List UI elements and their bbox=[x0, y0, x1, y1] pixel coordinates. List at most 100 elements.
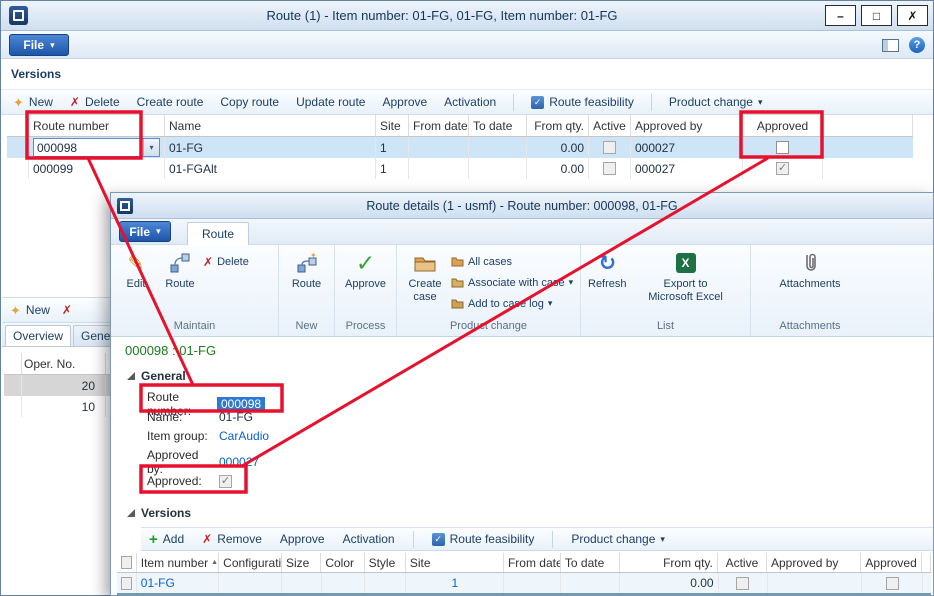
column-header-approved[interactable]: Approved bbox=[861, 553, 922, 572]
help-icon[interactable]: ? bbox=[909, 37, 925, 53]
column-header-oper-no[interactable]: Oper. No. bbox=[22, 353, 106, 374]
delete-button[interactable]: ✗ Delete bbox=[203, 252, 249, 271]
ribbon-group-label: Maintain bbox=[111, 319, 278, 336]
route-icon bbox=[169, 251, 191, 275]
chevron-down-icon: ▾ bbox=[548, 299, 553, 308]
versions-section-label: Versions bbox=[11, 67, 61, 81]
product-change-button[interactable]: Product change▾ bbox=[571, 532, 665, 546]
column-header-site[interactable]: Site bbox=[376, 115, 409, 136]
edit-button[interactable]: ✎ Edit bbox=[115, 249, 157, 293]
column-header-approved-by[interactable]: Approved by bbox=[767, 553, 861, 572]
refresh-button[interactable]: ↻ Refresh bbox=[585, 249, 630, 293]
site-link[interactable]: 1 bbox=[406, 573, 504, 593]
new-button[interactable]: ✦New bbox=[13, 95, 53, 109]
approved-by-link[interactable]: 000027 bbox=[217, 455, 259, 469]
remove-icon: ✗ bbox=[202, 533, 212, 545]
column-header-approved[interactable]: Approved bbox=[743, 115, 823, 136]
file-menu-button[interactable]: File ▾ bbox=[9, 34, 69, 56]
table-row[interactable]: 000098 ▾ 01-FG 1 0.00 000027 bbox=[7, 137, 913, 158]
close-button[interactable]: ✗ bbox=[897, 5, 928, 26]
versions-section-header[interactable]: Versions bbox=[127, 506, 191, 520]
column-header-active[interactable]: Active bbox=[589, 115, 631, 136]
route-number-value[interactable]: 000098 bbox=[217, 397, 265, 411]
create-route-button[interactable]: Create route bbox=[137, 95, 204, 109]
select-column-header[interactable] bbox=[7, 115, 29, 136]
column-header-site[interactable]: Site bbox=[406, 553, 504, 572]
activation-button[interactable]: Activation bbox=[343, 532, 395, 546]
route-feasibility-button[interactable]: ✓Route feasibility bbox=[432, 532, 535, 546]
delete-button[interactable]: ✗Delete bbox=[70, 95, 120, 109]
table-row[interactable]: 000099 01-FGAlt 1 0.00 000027 bbox=[7, 158, 913, 179]
menu-bar: File ▾ ? bbox=[1, 31, 933, 59]
column-header-size[interactable]: Size bbox=[282, 553, 321, 572]
column-header-color[interactable]: Color bbox=[321, 553, 364, 572]
select-column-header[interactable] bbox=[4, 353, 22, 374]
file-menu-button[interactable]: File ▾ bbox=[119, 221, 171, 242]
attachments-button[interactable]: Attachments bbox=[776, 249, 843, 293]
approve-button[interactable]: ✓ Approve bbox=[342, 249, 389, 293]
route-details-dialog: Route details (1 - usmf) - Route number:… bbox=[110, 192, 934, 596]
table-row[interactable]: 20 bbox=[4, 375, 112, 396]
app-icon bbox=[9, 6, 28, 25]
create-case-button[interactable]: Create case bbox=[401, 249, 449, 305]
column-header-route-number[interactable]: Route number bbox=[29, 115, 165, 136]
route-feasibility-button[interactable]: ✓Route feasibility bbox=[531, 95, 634, 109]
table-row[interactable]: 10 bbox=[4, 396, 112, 417]
maximize-button[interactable]: □ bbox=[861, 5, 892, 26]
column-header-item-number[interactable]: Item number▲ bbox=[137, 553, 219, 572]
associate-with-case-button[interactable]: Associate with case ▾ bbox=[451, 273, 573, 292]
delete-button[interactable]: ✗ bbox=[62, 304, 72, 316]
tab-general[interactable]: General bbox=[73, 325, 112, 346]
add-icon: + bbox=[149, 532, 158, 547]
chevron-down-icon: ▾ bbox=[156, 227, 161, 236]
new-button[interactable]: ✦New bbox=[10, 303, 50, 317]
new-route-button[interactable]: ✦ Route bbox=[286, 249, 328, 293]
remove-button[interactable]: ✗Remove bbox=[202, 532, 262, 546]
column-header-configuration[interactable]: Configuration bbox=[219, 553, 282, 572]
product-change-button[interactable]: Product change▾ bbox=[669, 95, 763, 109]
dialog-titlebar: Route details (1 - usmf) - Route number:… bbox=[111, 193, 933, 219]
window-layout-icon[interactable] bbox=[882, 39, 899, 52]
column-header-to-date[interactable]: To date bbox=[561, 553, 620, 572]
name-value[interactable]: 01-FG bbox=[217, 410, 253, 424]
item-group-link[interactable]: CarAudio bbox=[217, 429, 269, 443]
column-header-from-date[interactable]: From date bbox=[504, 553, 561, 572]
copy-route-button[interactable]: Copy route bbox=[220, 95, 279, 109]
operations-pane: ✦New ✗ Overview General Oper. No. 20 10 bbox=[2, 297, 112, 594]
all-cases-button[interactable]: All cases bbox=[451, 252, 573, 271]
column-header-active[interactable]: Active bbox=[718, 553, 767, 572]
chevron-down-icon[interactable]: ▾ bbox=[143, 139, 159, 156]
activation-button[interactable]: Activation bbox=[444, 95, 496, 109]
column-header-from-date[interactable]: From date bbox=[409, 115, 469, 136]
item-number-link[interactable]: 01-FG bbox=[137, 573, 220, 593]
close-icon: ✗ bbox=[907, 9, 917, 23]
update-route-button[interactable]: Update route bbox=[296, 95, 365, 109]
tab-overview[interactable]: Overview bbox=[5, 325, 71, 346]
minimize-button[interactable]: – bbox=[825, 5, 856, 26]
active-checkbox bbox=[603, 162, 616, 175]
approve-button[interactable]: Approve bbox=[382, 95, 427, 109]
select-all-checkbox[interactable] bbox=[121, 556, 132, 569]
operations-tabs: Overview General bbox=[2, 323, 112, 347]
approve-button[interactable]: Approve bbox=[280, 532, 325, 546]
maximize-icon: □ bbox=[873, 9, 880, 23]
tab-route[interactable]: Route bbox=[187, 222, 249, 245]
route-number-combobox[interactable]: 000098 ▾ bbox=[33, 138, 160, 157]
chevron-down-icon: ▾ bbox=[50, 41, 55, 50]
column-header-from-qty[interactable]: From qty. bbox=[527, 115, 589, 136]
export-to-excel-button[interactable]: X Export to Microsoft Excel bbox=[638, 249, 734, 305]
route-button[interactable]: Route bbox=[159, 249, 201, 293]
column-header-name[interactable]: Name bbox=[165, 115, 376, 136]
column-header-from-qty[interactable]: From qty. bbox=[620, 553, 718, 572]
column-header-to-date[interactable]: To date bbox=[469, 115, 527, 136]
chevron-down-icon: ▾ bbox=[569, 278, 574, 287]
column-header-style[interactable]: Style bbox=[365, 553, 406, 572]
table-row[interactable]: 01-FG 1 0.00 bbox=[117, 573, 931, 595]
add-button[interactable]: +Add bbox=[149, 532, 184, 547]
delete-icon: ✗ bbox=[203, 256, 213, 268]
add-to-case-log-button[interactable]: Add to case log ▾ bbox=[451, 294, 573, 313]
general-section-header[interactable]: General bbox=[127, 369, 186, 383]
row-select-checkbox[interactable] bbox=[121, 577, 132, 590]
column-header-approved-by[interactable]: Approved by bbox=[631, 115, 743, 136]
refresh-icon: ↻ bbox=[598, 251, 616, 275]
